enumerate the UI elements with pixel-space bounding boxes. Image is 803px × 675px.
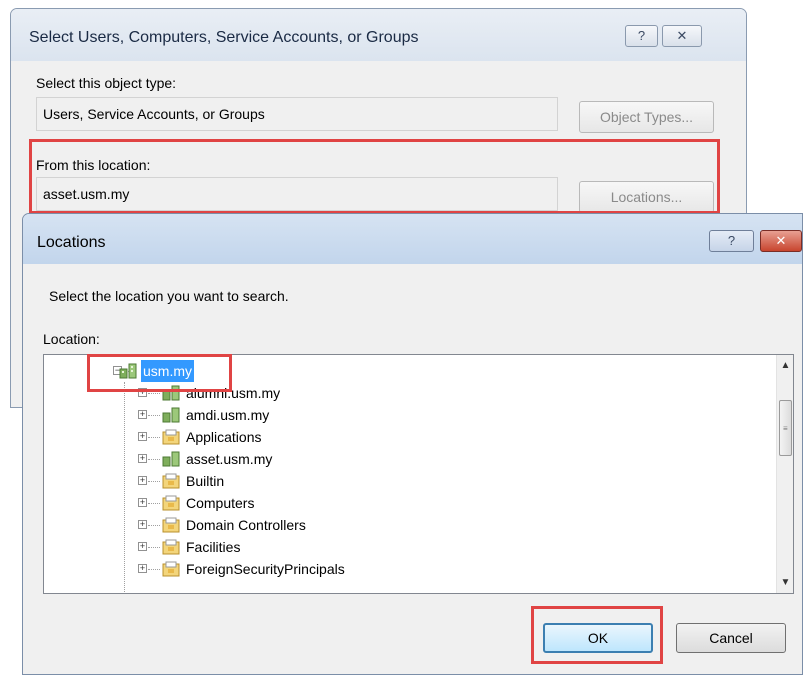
object-type-label: Select this object type:	[36, 75, 177, 91]
expand-icon[interactable]: +	[138, 476, 147, 485]
tree-item-label: asset.usm.my	[186, 451, 273, 467]
tree-item-label: amdi.usm.my	[186, 407, 270, 423]
tree-item[interactable]: + amdi.usm.my	[138, 404, 344, 426]
tree-item-label: Facilities	[186, 539, 241, 555]
tree-item[interactable]: + Computers	[138, 492, 344, 514]
folder-icon	[162, 429, 180, 445]
instruction-text: Select the location you want to search.	[49, 288, 289, 304]
tree-connector	[124, 382, 125, 593]
locations-dialog: Locations ? ✕ Select the location you wa…	[22, 213, 803, 675]
tree-item[interactable]: + Facilities	[138, 536, 344, 558]
folder-icon	[162, 539, 180, 555]
tree-item[interactable]: + asset.usm.my	[138, 448, 344, 470]
locations-close-button[interactable]: ✕	[760, 230, 802, 252]
close-icon: ✕	[676, 28, 688, 43]
locations-dialog-body: Select the location you want to search. …	[23, 264, 802, 674]
title-bar: Select Users, Computers, Service Account…	[11, 9, 746, 61]
folder-icon	[162, 561, 180, 577]
expand-icon[interactable]: +	[138, 542, 147, 551]
tree-item[interactable]: + Applications	[138, 426, 344, 448]
close-button[interactable]: ✕	[662, 25, 702, 47]
tree-item[interactable]: + Builtin	[138, 470, 344, 492]
scroll-down-arrow-icon[interactable]: ▼	[777, 574, 793, 591]
domain-icon	[162, 451, 180, 467]
grip-icon: ≡	[783, 424, 788, 433]
expand-icon[interactable]: +	[138, 564, 147, 573]
locations-help-button[interactable]: ?	[709, 230, 754, 252]
dialog-title: Select Users, Computers, Service Account…	[29, 29, 419, 46]
location-tree-label: Location:	[43, 331, 100, 347]
tree-item[interactable]: + Domain Controllers	[138, 514, 364, 536]
tree-item-label: Domain Controllers	[186, 517, 306, 533]
object-types-button[interactable]: Object Types...	[579, 101, 714, 133]
expand-icon[interactable]: +	[138, 432, 147, 441]
folder-icon	[162, 495, 180, 511]
folder-icon	[162, 473, 180, 489]
help-button[interactable]: ?	[625, 25, 658, 47]
tree-scrollbar[interactable]: ▲ ≡ ▼	[776, 355, 793, 593]
tree-item-label: Applications	[186, 429, 262, 445]
expand-icon[interactable]: +	[138, 454, 147, 463]
domain-icon	[162, 407, 180, 423]
location-highlight-box	[29, 139, 720, 214]
tree-item-label: Builtin	[186, 473, 225, 489]
folder-icon	[162, 517, 180, 533]
expand-icon[interactable]: +	[138, 410, 147, 419]
ok-highlight-box	[531, 606, 663, 664]
cancel-button[interactable]: Cancel	[676, 623, 786, 653]
locations-dialog-title: Locations	[37, 234, 106, 251]
root-highlight-box	[87, 354, 232, 392]
object-type-field: Users, Service Accounts, or Groups	[36, 97, 558, 131]
tree-item-label: ForeignSecurityPrincipals	[186, 561, 345, 577]
close-icon: ✕	[775, 233, 787, 248]
scroll-thumb[interactable]: ≡	[779, 400, 792, 456]
locations-title-bar: Locations ? ✕	[23, 214, 802, 264]
expand-icon[interactable]: +	[138, 498, 147, 507]
expand-icon[interactable]: +	[138, 520, 147, 529]
tree-item[interactable]: + ForeignSecurityPrincipals	[138, 558, 404, 580]
scroll-up-arrow-icon[interactable]: ▲	[777, 357, 793, 374]
tree-item-label: Computers	[186, 495, 255, 511]
